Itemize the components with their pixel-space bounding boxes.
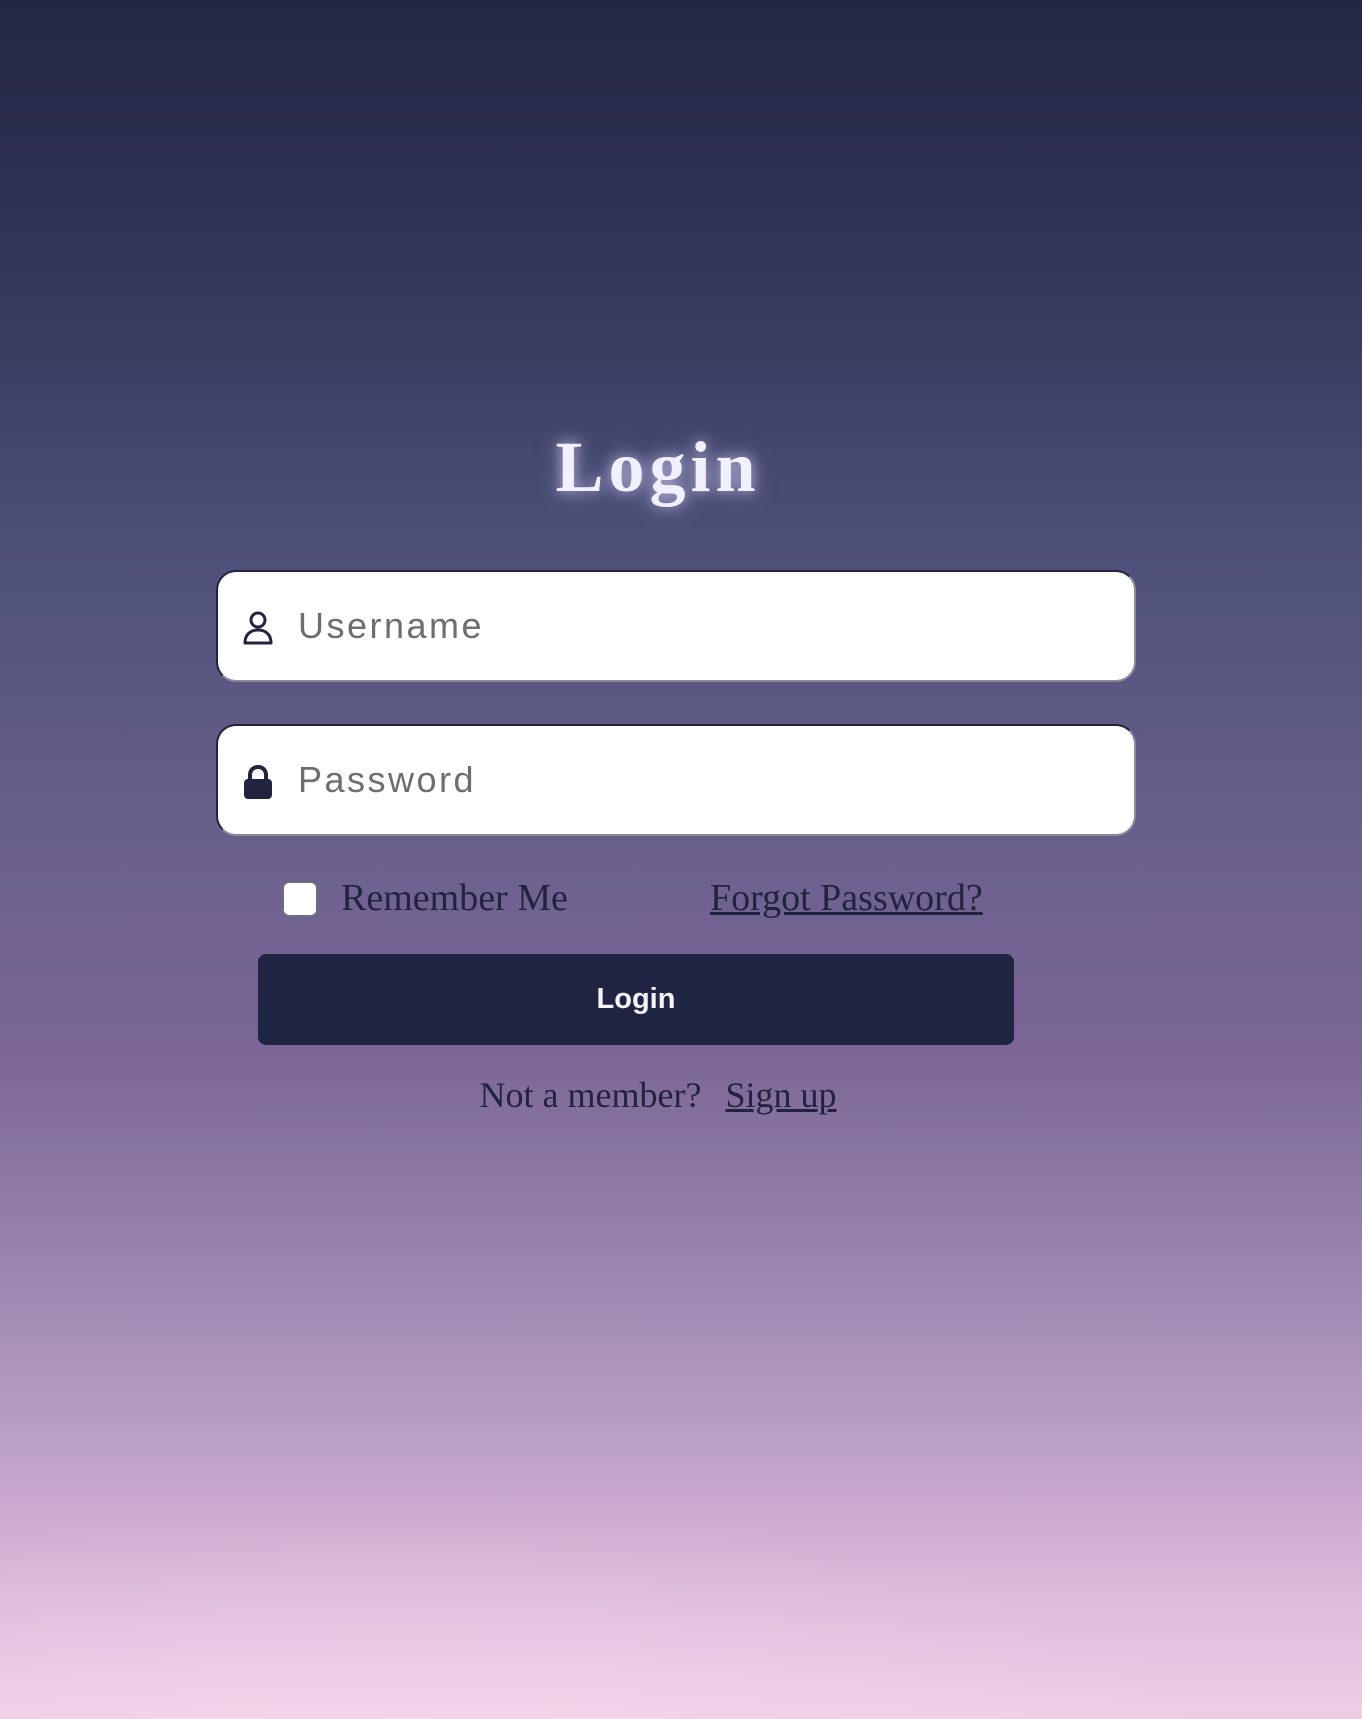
username-field[interactable] bbox=[216, 570, 1136, 682]
background-glow bbox=[0, 1459, 1362, 1719]
signup-link[interactable]: Sign up bbox=[725, 1075, 836, 1115]
login-button[interactable]: Login bbox=[258, 954, 1014, 1045]
signup-row: Not a member? Sign up bbox=[0, 1074, 1316, 1117]
forgot-password-link[interactable]: Forgot Password? bbox=[710, 876, 983, 922]
page-title: Login bbox=[555, 427, 761, 507]
password-field[interactable] bbox=[216, 724, 1136, 836]
remember-me-checkbox[interactable] bbox=[282, 881, 318, 917]
user-icon bbox=[242, 610, 274, 646]
remember-me-label[interactable]: Remember Me bbox=[341, 876, 568, 922]
signup-prompt: Not a member? bbox=[479, 1075, 702, 1115]
username-input[interactable] bbox=[298, 572, 1108, 680]
password-input[interactable] bbox=[298, 726, 1108, 834]
lock-icon bbox=[242, 764, 274, 800]
login-page: { "title": "Login", "username": { "place… bbox=[0, 0, 1362, 1719]
